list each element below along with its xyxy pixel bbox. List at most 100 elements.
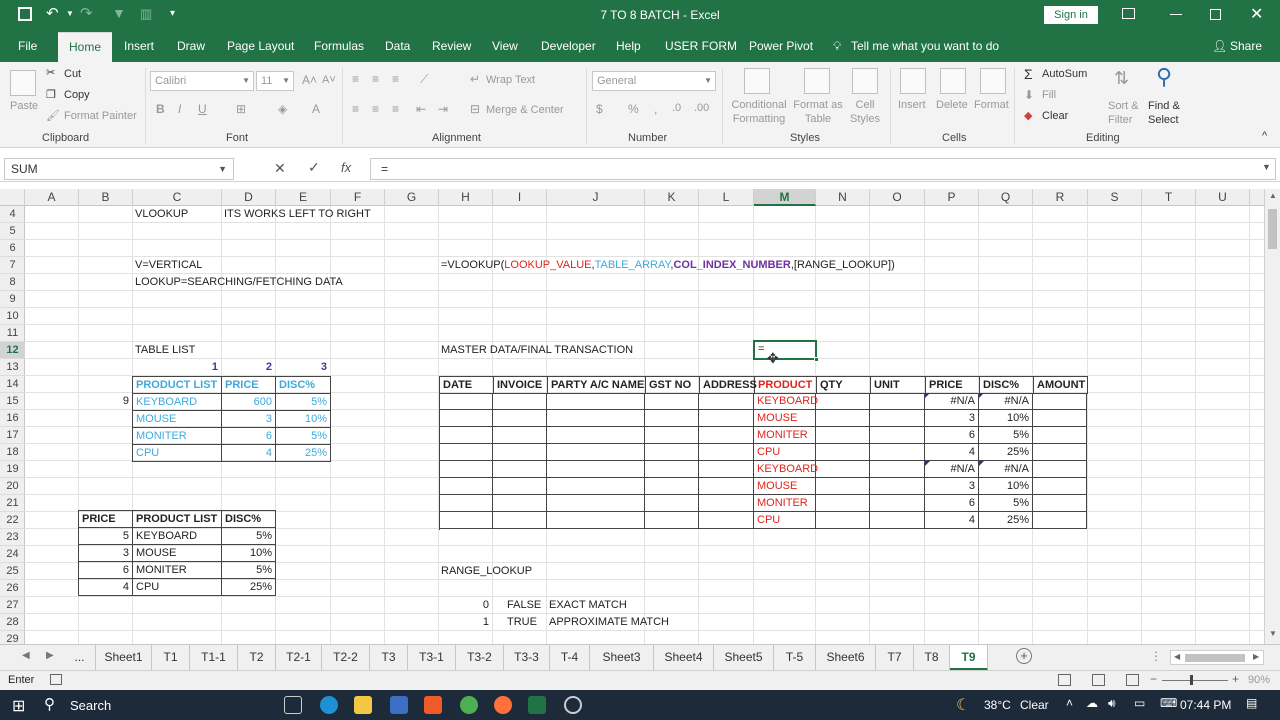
tab-home[interactable]: Home <box>58 32 112 62</box>
tab-help[interactable]: Help <box>616 39 641 53</box>
wrap-text-icon[interactable]: ↵ <box>470 72 480 86</box>
master-cell[interactable] <box>645 478 699 495</box>
table-list-cell[interactable]: CPU <box>133 445 222 462</box>
number-format-select[interactable]: General ▼ <box>592 71 716 91</box>
master-cell[interactable] <box>816 427 870 444</box>
table-list-cell[interactable]: 6 <box>222 428 276 445</box>
row-header[interactable]: 21 <box>0 495 25 512</box>
table-list-cell[interactable]: 5% <box>276 428 331 445</box>
column-header[interactable]: P <box>925 189 979 206</box>
tab-split-handle[interactable]: ⋮ <box>1150 649 1162 663</box>
tell-me-search[interactable]: Tell me what you want to do <box>851 39 999 53</box>
scroll-right-icon[interactable]: ▶ <box>1253 652 1259 661</box>
align-center-icon[interactable]: ≡ <box>372 102 379 116</box>
master-cell[interactable]: 6 <box>925 427 979 444</box>
table-list-cell[interactable]: 3 <box>222 411 276 428</box>
decrease-indent-icon[interactable]: ⇤ <box>416 102 426 116</box>
row-header[interactable]: 8 <box>0 274 25 291</box>
column-header[interactable]: I <box>493 189 547 206</box>
master-header[interactable]: QTY <box>817 377 871 394</box>
master-cell[interactable]: #N/A <box>979 461 1033 478</box>
master-cell[interactable]: 4 <box>925 444 979 461</box>
decrease-decimal-icon[interactable]: .00 <box>694 102 709 114</box>
row-header[interactable]: 17 <box>0 427 25 444</box>
sheet-tab[interactable]: Sheet5 <box>714 645 774 671</box>
range-lookup-desc[interactable]: EXACT MATCH <box>546 597 630 614</box>
master-cell[interactable]: 5% <box>979 427 1033 444</box>
column-header[interactable]: E <box>276 189 331 206</box>
master-cell[interactable]: 25% <box>979 444 1033 461</box>
price-list-cell[interactable]: KEYBOARD <box>133 528 222 545</box>
price-list-cell[interactable]: CPU <box>133 579 222 596</box>
table-list-header[interactable]: PRODUCT LIST <box>133 377 222 394</box>
sort-filter-icon[interactable]: ⇅ <box>1114 68 1129 89</box>
font-color-icon[interactable]: A <box>312 102 320 116</box>
master-cell[interactable]: KEYBOARD <box>754 461 818 478</box>
master-cell[interactable] <box>645 427 699 444</box>
column-header[interactable]: R <box>1033 189 1088 206</box>
name-box-dropdown-icon[interactable]: ▼ <box>218 159 227 179</box>
save-icon[interactable] <box>18 7 32 21</box>
price-list-cell[interactable]: 10% <box>222 545 276 562</box>
table-list-header[interactable]: PRICE <box>222 377 276 394</box>
cut-button[interactable]: Cut <box>64 68 81 80</box>
master-cell[interactable] <box>870 393 925 410</box>
customize-qat-icon[interactable]: ▾ <box>170 8 175 19</box>
tab-formulas[interactable]: Formulas <box>314 39 364 53</box>
zoom-level[interactable]: 90% <box>1248 674 1270 686</box>
price-list-cell[interactable]: 5% <box>222 562 276 579</box>
align-top-icon[interactable]: ≡ <box>352 72 359 86</box>
master-cell[interactable]: KEYBOARD <box>754 393 818 410</box>
row-header[interactable]: 19 <box>0 461 25 478</box>
conditional-formatting-button[interactable]: Conditional Formatting <box>726 98 792 126</box>
price-list-cell[interactable]: 5% <box>222 528 276 545</box>
master-cell[interactable] <box>1033 478 1087 495</box>
sheet-tab[interactable]: T7 <box>876 645 914 671</box>
master-cell[interactable] <box>439 444 493 461</box>
master-cell[interactable] <box>439 478 493 495</box>
master-cell[interactable] <box>547 427 645 444</box>
tab-page-layout[interactable]: Page Layout <box>227 39 294 53</box>
tab-developer[interactable]: Developer <box>541 39 596 53</box>
master-cell[interactable]: 5% <box>979 495 1033 512</box>
font-name-select[interactable]: Calibri ▼ <box>150 71 254 91</box>
master-cell[interactable] <box>816 478 870 495</box>
price-list-header[interactable]: DISC% <box>222 511 276 528</box>
sign-in-button[interactable]: Sign in <box>1044 6 1098 24</box>
master-header[interactable]: DISC% <box>980 377 1034 394</box>
master-cell[interactable] <box>645 495 699 512</box>
table-list-cell[interactable]: 600 <box>222 394 276 411</box>
underline-button[interactable]: U <box>198 102 207 116</box>
volume-icon[interactable]: 🔊︎ <box>1108 696 1116 711</box>
master-cell[interactable] <box>699 393 754 410</box>
row-header[interactable]: 25 <box>0 563 25 580</box>
master-cell[interactable] <box>439 393 493 410</box>
column-header[interactable]: S <box>1088 189 1142 206</box>
cancel-entry-icon[interactable]: ✕ <box>274 160 286 177</box>
sheet-tab[interactable]: T2 <box>238 645 276 671</box>
column-header-selected[interactable]: M <box>754 189 816 206</box>
master-cell[interactable] <box>1033 495 1087 512</box>
master-cell[interactable] <box>493 444 547 461</box>
row-header[interactable]: 26 <box>0 580 25 597</box>
master-cell[interactable] <box>645 444 699 461</box>
chrome-icon[interactable] <box>460 696 478 714</box>
column-header[interactable]: H <box>439 189 493 206</box>
bold-button[interactable]: B <box>156 102 165 116</box>
increase-decimal-icon[interactable]: .0 <box>672 102 681 114</box>
row-header[interactable]: 23 <box>0 529 25 546</box>
delete-cells-icon[interactable] <box>940 68 966 94</box>
master-cell[interactable] <box>645 410 699 427</box>
zoom-slider[interactable] <box>1162 680 1228 681</box>
master-cell[interactable] <box>1033 461 1087 478</box>
zoom-slider-thumb[interactable] <box>1190 675 1193 685</box>
row-header[interactable]: 4 <box>0 206 25 223</box>
tab-power-pivot[interactable]: Power Pivot <box>749 39 813 53</box>
table-list-cell[interactable]: 10% <box>276 411 331 428</box>
autosum-icon[interactable]: Σ <box>1024 66 1033 82</box>
table-list-cell[interactable]: 5% <box>276 394 331 411</box>
master-cell[interactable] <box>439 512 493 529</box>
windows-start-icon[interactable]: ⊞ <box>12 696 25 716</box>
range-lookup-bool[interactable]: TRUE <box>504 614 540 631</box>
undo-icon[interactable]: ↶ <box>46 4 59 22</box>
